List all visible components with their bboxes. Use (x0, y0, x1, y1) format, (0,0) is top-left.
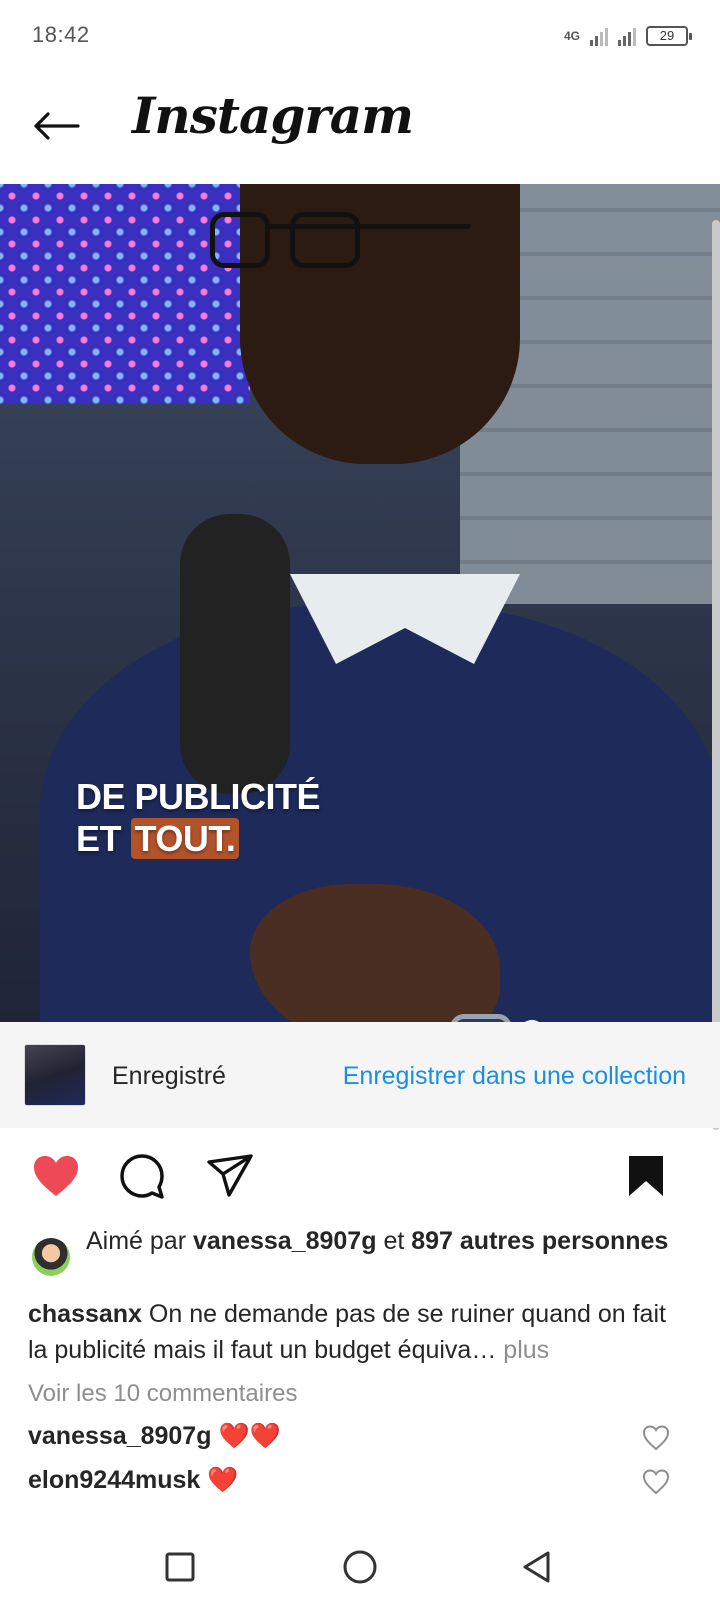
subtitle-line-1: DE PUBLICITÉ (76, 776, 321, 817)
subtitle-prefix: ET (76, 818, 122, 859)
arrow-left-icon (34, 112, 80, 140)
wristwatch (450, 1014, 512, 1022)
caption-more-link[interactable]: plus (503, 1336, 549, 1364)
heart-outline-icon[interactable] (642, 1424, 670, 1452)
microphone (180, 514, 290, 794)
status-bar: 18:42 4G 29 (0, 0, 720, 72)
instagram-logo: Instagram (132, 86, 414, 145)
send-icon (207, 1154, 253, 1197)
saved-banner: Enregistré Enregistrer dans une collecti… (0, 1022, 720, 1128)
back-button[interactable] (28, 102, 84, 150)
battery-icon: 29 (646, 26, 692, 46)
post-caption: chassanx On ne demande pas de se ruiner … (28, 1296, 692, 1368)
status-icons: 4G 29 (563, 22, 692, 50)
video-subtitle: DE PUBLICITÉ ET TOUT. (76, 776, 321, 860)
likes-text: Aimé par vanessa_8907g et 897 autres per… (86, 1224, 692, 1258)
share-button[interactable] (204, 1150, 256, 1202)
comment-username[interactable]: vanessa_8907g (28, 1422, 211, 1450)
likes-others[interactable]: 897 autres personnes (411, 1227, 668, 1255)
saved-status: Enregistré (112, 1062, 226, 1090)
circle-icon (343, 1550, 377, 1584)
app-header: Instagram (0, 72, 720, 184)
square-icon (165, 1552, 195, 1582)
comment-username[interactable]: elon9244musk (28, 1466, 200, 1494)
post-actions (0, 1150, 720, 1208)
bookmark-button[interactable] (620, 1150, 672, 1202)
scrollbar[interactable] (712, 220, 720, 1130)
heart-filled-icon (34, 1156, 78, 1196)
glasses (210, 212, 480, 282)
post-media[interactable]: DE PUBLICITÉ ET TOUT. (0, 184, 720, 1022)
like-button[interactable] (30, 1150, 82, 1202)
comment-button[interactable] (116, 1150, 168, 1202)
comment-item: vanessa_8907g ❤️❤️ (28, 1422, 281, 1451)
network-type: 4G (563, 29, 580, 43)
likes-summary[interactable]: Aimé par vanessa_8907g et 897 autres per… (32, 1224, 692, 1276)
heart-outline-icon[interactable] (642, 1468, 670, 1496)
subtitle-line-2: ET TOUT. (76, 818, 320, 860)
avatar (32, 1238, 70, 1276)
view-all-comments-link[interactable]: Voir les 10 commentaires (28, 1380, 297, 1408)
system-navbar (0, 1522, 720, 1612)
liked-by-user[interactable]: vanessa_8907g (193, 1227, 376, 1255)
bookmark-filled-icon (629, 1156, 663, 1196)
battery-level: 29 (659, 28, 675, 43)
caption-username[interactable]: chassanx (28, 1300, 142, 1328)
signal-icon (618, 26, 636, 46)
status-time: 18:42 (32, 22, 90, 47)
signal-icon (590, 26, 608, 46)
likes-connector: et (383, 1227, 405, 1255)
system-back-button[interactable] (512, 1542, 562, 1592)
saved-post-thumbnail (24, 1044, 86, 1106)
comment-text: ❤️ (207, 1466, 239, 1494)
comment-text: ❤️❤️ (218, 1422, 281, 1450)
likes-prefix: Aimé par (86, 1227, 187, 1255)
subtitle-highlight: TOUT. (130, 818, 240, 859)
recents-button[interactable] (155, 1542, 205, 1592)
triangle-back-icon (523, 1551, 550, 1583)
save-to-collection-link[interactable]: Enregistrer dans une collection (343, 1062, 686, 1091)
comment-icon (120, 1154, 164, 1199)
home-button[interactable] (335, 1542, 385, 1592)
comment-item: elon9244musk ❤️ (28, 1466, 238, 1495)
